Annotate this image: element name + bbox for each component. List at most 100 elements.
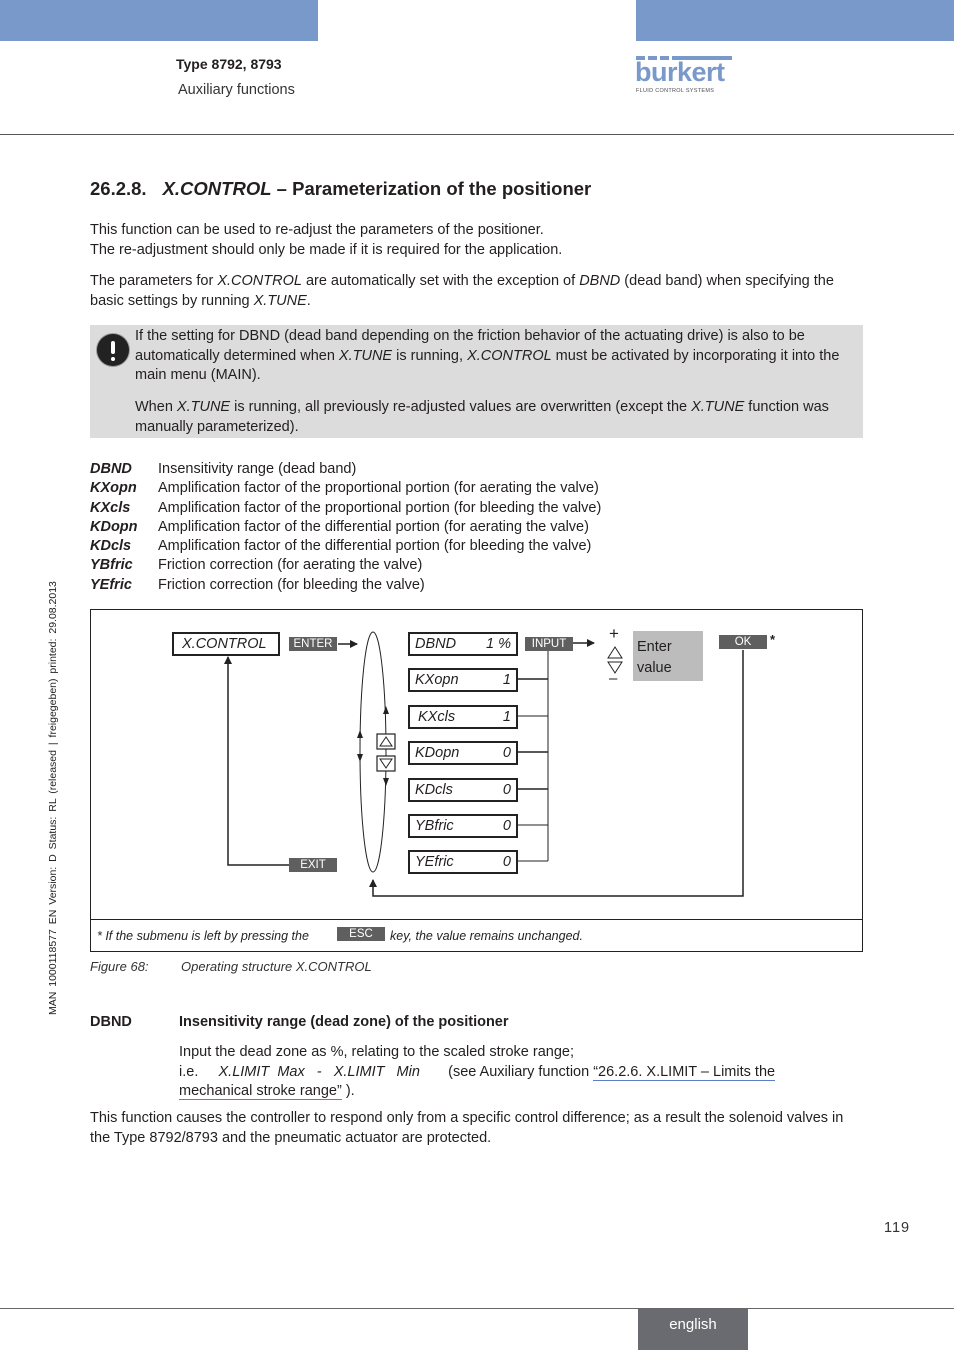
menu-label: X.CONTROL — [182, 636, 267, 652]
figure-caption: Figure 68: Operating structure X.CONTROL — [90, 959, 372, 974]
param-name: KXopn — [415, 672, 459, 688]
caption-text: Operating structure X.CONTROL — [181, 959, 372, 974]
definition-row: KDcls Amplification factor of the differe… — [90, 537, 601, 556]
text-italic: X.TUNE — [176, 399, 231, 415]
dbnd-heading: Insensitivity range (dead zone) of the p… — [179, 1014, 509, 1030]
exit-arrow — [224, 656, 290, 866]
increase-icon — [607, 646, 623, 659]
formula: X.LIMIT Max - X.LIMIT Min — [218, 1063, 420, 1080]
param-name: KDcls — [415, 782, 453, 798]
text-italic: X.TUNE — [691, 399, 745, 415]
text-italic: DBND — [579, 273, 621, 289]
text: Input the dead zone as %, relating to th… — [179, 1044, 574, 1060]
definition-desc: Amplification factor of the differential… — [158, 518, 589, 535]
dbnd-description: Input the dead zone as %, relating to th… — [179, 1043, 839, 1102]
definition-row: KXopn Amplification factor of the proport… — [90, 479, 601, 498]
definition-term: KXopn — [90, 480, 137, 497]
section-heading: 26.2.8. X.CONTROL – Parameterization of t… — [90, 178, 591, 200]
footnote-text: * If the submenu is left by pressing the — [97, 929, 309, 943]
operating-structure-diagram: X.CONTROL ENTER EXIT DBND 1 % KXopn 1 KXcl… — [90, 609, 863, 952]
param-box: KXcls 1 — [408, 705, 518, 729]
document-meta-sidebar: MAN 1000118577 EN Version: D Status: RL … — [47, 581, 59, 1015]
ok-key: OK — [719, 635, 767, 649]
definition-term: KDcls — [90, 538, 132, 555]
enter-value-box: Enter value — [633, 631, 703, 681]
page-number: 119 — [884, 1220, 911, 1236]
intro-paragraph-1: This function can be used to re-adjust t… — [90, 221, 860, 260]
definition-row: KDopn Amplification factor of the differe… — [90, 518, 601, 537]
param-value: 0 — [502, 782, 511, 798]
asterisk: * — [770, 632, 776, 647]
text: is running, — [392, 347, 468, 364]
definition-desc: Amplification factor of the proportional… — [158, 480, 599, 497]
chapter-name: Auxiliary functions — [178, 82, 295, 98]
definition-term: KXcls — [90, 499, 131, 516]
text-italic: X.CONTROL — [217, 273, 302, 289]
param-value: 0 — [502, 854, 511, 870]
definition-row: YBfric Friction correction (for aerating … — [90, 556, 601, 575]
param-box: YEfric 0 — [408, 850, 518, 874]
param-value: 0 — [502, 745, 511, 761]
param-name: YEfric — [415, 854, 454, 870]
definition-desc: Amplification factor of the differential… — [158, 538, 592, 555]
parameter-definitions: DBND Insensitivity range (dead band) KXop… — [90, 460, 601, 595]
note-paragraph-2: When X.TUNE is running, all previously r… — [135, 398, 860, 437]
section-title-italic: X.CONTROL — [162, 178, 272, 199]
param-value: 1 — [502, 672, 511, 688]
definition-term: KDopn — [90, 518, 138, 535]
text: are automatically set with the exception… — [301, 273, 580, 289]
exit-key: EXIT — [289, 858, 337, 872]
section-title: – Parameterization of the positioner — [271, 178, 592, 199]
header-divider — [0, 134, 954, 135]
warning-note: If the setting for DBND (dead band depen… — [90, 325, 863, 438]
header-band-right — [636, 0, 954, 41]
brand-tagline: FLUID CONTROL SYSTEMS — [636, 88, 715, 94]
brand-name: burkert — [635, 57, 725, 87]
dbnd-paragraph: This function causes the controller to r… — [90, 1110, 844, 1146]
document-type: Type 8792, 8793 — [176, 56, 282, 72]
text: When — [135, 399, 177, 415]
param-name: DBND — [415, 636, 457, 652]
loop-arrow-left-up — [357, 730, 363, 738]
note-paragraph-1: If the setting for DBND (dead band depen… — [135, 327, 860, 386]
definition-row: DBND Insensitivity range (dead band) — [90, 460, 601, 479]
intro-line-2: The re-adjustment should only be made if… — [90, 241, 563, 258]
param-value: 1 — [502, 709, 511, 725]
loop-arrow-left-down — [357, 754, 363, 762]
diagram-footnote: * If the submenu is left by pressing the… — [91, 919, 862, 952]
esc-key: ESC — [337, 927, 385, 941]
definition-row: YEfric Friction correction (for bleeding … — [90, 576, 601, 595]
scroll-loop — [359, 631, 387, 873]
text: (see Auxiliary function — [448, 1063, 594, 1080]
param-box: DBND 1 % — [408, 632, 518, 656]
text-italic: X.CONTROL — [467, 347, 552, 364]
text-italic: X.TUNE — [253, 292, 307, 309]
definition-term: DBND — [90, 461, 132, 477]
loop-arrow-down — [383, 778, 389, 786]
param-name: KXcls — [418, 709, 456, 725]
exclamation-icon — [97, 334, 129, 366]
footnote-text: key, the value remains unchanged. — [390, 929, 583, 943]
definition-desc: Friction correction (for bleeding the va… — [158, 576, 425, 593]
definition-desc: Amplification factor of the proportional… — [158, 499, 602, 516]
plus-sign: + — [609, 624, 619, 643]
param-box: KXopn 1 — [408, 668, 518, 692]
caption-label: Figure 68: — [90, 959, 149, 974]
text: The parameters for — [90, 273, 218, 289]
footer-divider — [0, 1308, 954, 1309]
definition-row: KXcls Amplification factor of the proport… — [90, 499, 601, 518]
param-name: KDopn — [415, 745, 460, 761]
menu-x-control: X.CONTROL — [172, 632, 280, 656]
param-name: YBfric — [415, 818, 454, 834]
text: i.e. — [179, 1063, 199, 1080]
param-box: KDopn 0 — [408, 741, 518, 765]
language-tab: english — [638, 1309, 748, 1350]
intro-line-1: This function can be used to re-adjust t… — [90, 222, 544, 238]
param-box: YBfric 0 — [408, 814, 518, 838]
param-box: KDcls 0 — [408, 778, 518, 802]
text-italic: X.TUNE — [338, 347, 393, 364]
definition-desc: Friction correction (for aerating the va… — [158, 557, 423, 574]
enter-key: ENTER — [289, 637, 337, 651]
text: . — [306, 292, 311, 309]
minus-sign: – — [609, 670, 618, 687]
